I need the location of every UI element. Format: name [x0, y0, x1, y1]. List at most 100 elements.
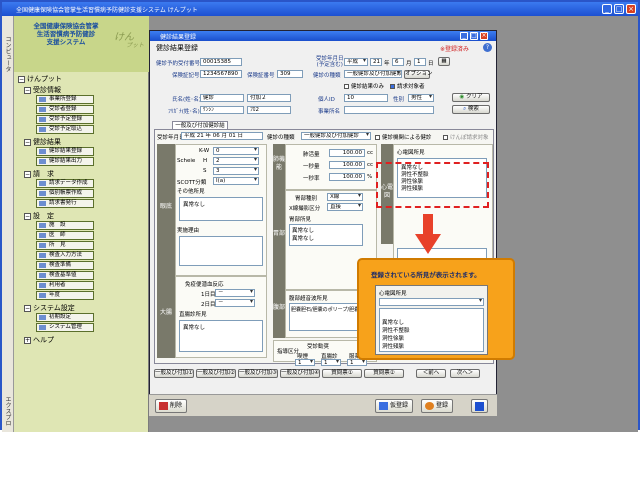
chest-type-select[interactable]: X線 — [327, 193, 363, 201]
kana-given-field[interactable]: ﾌｶ2 — [247, 106, 291, 114]
judge-select[interactable]: 1 — [347, 359, 367, 366]
visit-month-field[interactable]: 6 — [392, 58, 404, 66]
finding-item[interactable]: 洞性徐脈 — [382, 335, 410, 343]
chk-result-only[interactable]: 健診結果のみ — [344, 82, 384, 90]
judge-select[interactable]: 1 — [295, 359, 315, 366]
close-icon[interactable]: × — [626, 4, 636, 14]
day1-select[interactable]: － — [215, 289, 255, 297]
given-name-field[interactable]: 付加２ — [247, 94, 291, 102]
sidebar-item[interactable]: 個別帳票作成 — [36, 189, 94, 198]
section-nav-button[interactable]: 質問票① — [322, 369, 362, 378]
visit-day-field[interactable]: 1 — [414, 58, 426, 66]
sidebar-item[interactable]: 事業所登録 — [36, 95, 94, 104]
day2-select[interactable]: － — [215, 299, 255, 307]
finding-item[interactable]: 洞性頻脈 — [382, 343, 410, 351]
subbar-chk1[interactable]: 健診機関による健診 — [375, 133, 431, 141]
collapse-icon[interactable]: − — [18, 75, 25, 83]
register-button[interactable]: 登録 — [421, 399, 454, 413]
option-button[interactable]: オプション — [404, 70, 433, 79]
finding-item[interactable]: 異常なし — [382, 319, 410, 327]
kana-surname-field[interactable]: ｹﾝｼﾝ — [200, 106, 244, 114]
tree-root[interactable]: − けんプット — [18, 74, 62, 84]
section-nav-button[interactable]: 一般及び付加② — [196, 369, 236, 378]
sidebar-item-label: 年度 — [49, 292, 61, 298]
subbar-chk2[interactable]: けんぽ請求対象 — [443, 133, 489, 141]
sidebar-item[interactable]: 健診結果出力 — [36, 157, 94, 166]
sidebar-item[interactable]: 受診予定登録 — [36, 115, 94, 124]
sidebar-item[interactable]: 受診予定取込 — [36, 125, 94, 134]
tree-section[interactable]: + ヘルプ — [24, 335, 54, 345]
window-maximize-icon[interactable]: □ — [470, 32, 478, 40]
sidebar-item-label: 施 設 — [49, 222, 66, 228]
temp-save-button[interactable]: 仮登録 — [375, 399, 414, 413]
sidebar-item[interactable]: 請求書発行 — [36, 199, 94, 208]
callout-select[interactable] — [379, 298, 484, 306]
delete-button[interactable]: 削除 — [155, 399, 188, 413]
sidebar-item[interactable]: 健診結果登録 — [36, 147, 94, 156]
chk-request[interactable]: 請求対象者 — [390, 82, 425, 90]
kind-select[interactable]: 一般健診及び付加健診 — [344, 70, 402, 78]
section-nav-button[interactable]: 一般及び付加③ — [238, 369, 278, 378]
sidebar-item[interactable]: 受診者登録 — [36, 105, 94, 114]
office-field[interactable] — [344, 106, 434, 114]
tree-section[interactable]: − 請 求 — [24, 169, 54, 179]
sidebar-item[interactable]: 医 師 — [36, 231, 94, 240]
visit-era-select[interactable]: 平成 — [344, 58, 368, 66]
section-nav-button[interactable]: 一般及び付加④ — [280, 369, 320, 378]
sidebar-item[interactable]: システム管理 — [36, 323, 94, 332]
tree-section[interactable]: − システム設定 — [24, 303, 75, 313]
subbar-kind-select[interactable]: 一般健診及び付加健診 — [301, 132, 371, 140]
tree-section[interactable]: − 健診結果 — [24, 137, 61, 147]
visit-year-field[interactable]: 21 — [370, 58, 382, 66]
s-select[interactable]: 3 — [213, 167, 259, 175]
maximize-icon[interactable]: □ — [614, 4, 624, 14]
exit-button[interactable] — [471, 399, 488, 413]
section-nav-button[interactable]: 質問票② — [364, 369, 404, 378]
window-close-icon[interactable]: × — [480, 32, 488, 40]
sidebar-item[interactable]: 施 設 — [36, 221, 94, 230]
sidebar-item[interactable]: 検査入力方法 — [36, 251, 94, 260]
search-button[interactable]: ⌕ 検索 — [452, 105, 490, 114]
row2-field[interactable]: 100.00 — [329, 161, 365, 169]
sidebar-item[interactable]: 所 見 — [36, 241, 94, 250]
help-icon[interactable]: ? — [483, 43, 492, 52]
h-select[interactable]: 2 — [213, 157, 259, 165]
insured-no-field[interactable]: 1234567890 — [200, 70, 242, 78]
judge-select[interactable]: 1 — [321, 359, 341, 366]
minimize-icon[interactable]: _ — [602, 4, 612, 14]
section-nav-button[interactable]: ＜前へ — [416, 369, 446, 378]
sidebar-item[interactable]: 検査準備 — [36, 261, 94, 270]
kw-select[interactable]: 0 — [213, 147, 259, 155]
sidebar-item[interactable]: 利用者 — [36, 281, 94, 290]
window-minimize-icon[interactable]: _ — [460, 32, 468, 40]
expand-icon[interactable]: + — [24, 336, 31, 344]
receipt-no-field[interactable]: 00015385 — [200, 58, 242, 66]
sidebar-item[interactable]: 年度 — [36, 291, 94, 300]
kana-label: ﾌﾘｶﾞﾅ(姓･名) — [168, 109, 200, 115]
tree-section[interactable]: − 設 定 — [24, 211, 54, 221]
collapse-icon[interactable]: − — [24, 86, 31, 94]
collapse-icon[interactable]: − — [24, 138, 31, 146]
finding-item[interactable]: 洞性不整脈 — [382, 327, 410, 335]
tree-section[interactable]: − 受診情報 — [24, 85, 61, 95]
sidebar-item[interactable]: 初期設定 — [36, 313, 94, 322]
collapse-icon[interactable]: − — [24, 170, 31, 178]
collapse-icon[interactable]: − — [24, 304, 31, 312]
section-nav-button[interactable]: 一般及び付加① — [154, 369, 194, 378]
chest-method-select[interactable]: 直接 — [327, 203, 363, 211]
scott-select[interactable]: I(a) — [213, 177, 259, 185]
section-nav-button[interactable]: 次へ＞ — [450, 369, 480, 378]
row3-field[interactable]: 100.00 — [329, 173, 365, 181]
personal-id-field[interactable]: 10 — [344, 94, 388, 102]
insured-num-field[interactable]: 309 — [277, 70, 303, 78]
collapse-icon[interactable]: − — [24, 212, 31, 220]
sidebar-item-label: 所 見 — [49, 242, 66, 248]
reason-box[interactable] — [179, 236, 263, 266]
calendar-button[interactable]: ▦ — [438, 57, 450, 66]
sex-select[interactable]: 男性 — [408, 94, 434, 102]
row1-field[interactable]: 100.00 — [329, 149, 365, 157]
clear-button[interactable]: ◉ クリア — [452, 93, 490, 102]
sidebar-item[interactable]: 検査基準値 — [36, 271, 94, 280]
surname-field[interactable]: 健診 — [200, 94, 244, 102]
sidebar-item[interactable]: 請求データ作成 — [36, 179, 94, 188]
